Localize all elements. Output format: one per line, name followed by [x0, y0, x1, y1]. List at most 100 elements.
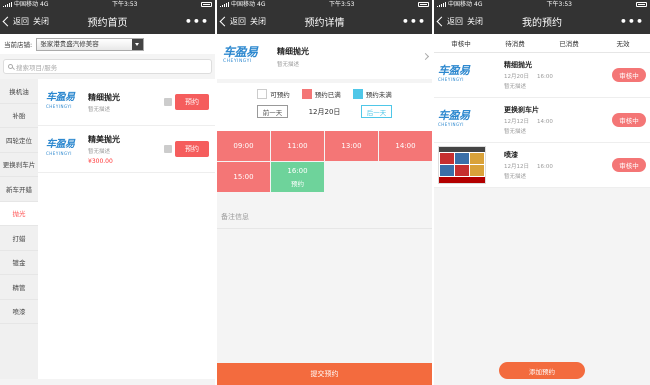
close-button[interactable]: 关闭 [467, 16, 483, 27]
battery-icon [201, 2, 212, 7]
order-item[interactable]: 车盈易 CHEYINGYI 更换刹车片 12月12日 14:00 暂无描述 审核中 [434, 98, 650, 143]
order-date: 12月20日 [504, 74, 529, 80]
order-item[interactable]: 喷漆 12月12日 16:00 暂无描述 审核中 [434, 143, 650, 188]
empty-area [434, 188, 650, 364]
store-value: 张家港贵盛汽修美容 [40, 39, 99, 48]
back-button[interactable]: 返回 [447, 16, 463, 27]
status-bar: 中国移动 4G 下午3:53 [434, 0, 650, 9]
top-bar: 中国移动 4G 下午3:53 返回 关闭 预约详情 ••• [217, 0, 432, 34]
back-chevron-icon[interactable] [219, 16, 230, 27]
product-name: 精细抛光 [88, 92, 120, 102]
order-date: 12月12日 [504, 119, 529, 125]
time-slot[interactable]: 13:00 [325, 131, 378, 161]
tab-reviewing[interactable]: 审核中 [434, 34, 488, 52]
tab-consumed[interactable]: 已消费 [542, 34, 596, 52]
store-label: 当前店铺: [4, 41, 33, 49]
category-item[interactable]: 打蜡 [0, 226, 38, 251]
next-day-button[interactable]: 后一天 [360, 105, 392, 118]
product-thumbnail [438, 146, 486, 184]
brand-logo: 车盈易 CHEYINGYI [438, 109, 470, 127]
search-wrap: 搜索项目/服务 [0, 54, 215, 79]
search-input[interactable]: 搜索项目/服务 [3, 59, 212, 74]
carrier-label: 中国移动 [448, 1, 473, 8]
category-item[interactable]: 喷漆 [0, 300, 38, 324]
status-time: 下午3:53 [112, 1, 138, 8]
product-item[interactable]: 车盈易 CHEYINGYI 精细抛光 暂无描述 预约 [38, 79, 215, 126]
time-slot[interactable]: 15:00 [217, 162, 270, 192]
brand-logo: 车盈易 CHEYINGYI [438, 64, 470, 82]
category-item[interactable]: 补胎 [0, 104, 38, 128]
order-desc: 暂无描述 [504, 129, 527, 135]
book-button[interactable]: 预约 [175, 141, 209, 157]
status-badge: 审核中 [612, 68, 646, 82]
store-row: 当前店铺: 张家港贵盛汽修美容 [0, 34, 215, 54]
store-select[interactable]: 张家港贵盛汽修美容 [36, 37, 145, 51]
status-bar: 中国移动 4G 下午3:53 [217, 0, 432, 9]
remark-input[interactable] [217, 229, 432, 359]
calendar-icon [164, 98, 172, 106]
category-item[interactable]: 换机油 [0, 79, 38, 104]
my-bookings-screen: 中国移动 4G 下午3:53 返回 关闭 我的预约 ••• 审核中 待消费 已消… [434, 0, 650, 385]
back-button[interactable]: 返回 [13, 16, 29, 27]
status-tabs: 审核中 待消费 已消费 无效 [434, 34, 650, 53]
product-item[interactable]: 车盈易 CHEYINGYI 精美抛光 暂无描述 ¥300.00 预约 [38, 126, 215, 173]
booking-home-screen: 中国移动 4G 下午3:53 返回 关闭 预约首页 ••• 当前店铺: 张家港贵… [0, 0, 215, 385]
category-item[interactable]: 四轮定位 [0, 128, 38, 153]
category-item-active[interactable]: 抛光 [0, 201, 38, 226]
category-item[interactable]: 新车开蜡 [0, 177, 38, 202]
order-desc: 暂无描述 [504, 84, 527, 90]
category-item[interactable]: 镀金 [0, 251, 38, 275]
nav-bar: 返回 关闭 预约详情 ••• [217, 9, 432, 34]
top-bar: 中国移动 4G 下午3:53 返回 关闭 预约首页 ••• [0, 0, 215, 34]
network-label: 4G [474, 1, 483, 8]
prev-day-button[interactable]: 前一天 [257, 105, 288, 118]
status-badge: 审核中 [612, 158, 646, 172]
category-sidebar: 换机油 补胎 四轮定位 更换刹车片 新车开蜡 抛光 打蜡 镀金 精管 喷漆 [0, 79, 38, 379]
order-date: 12月12日 [504, 164, 529, 170]
status-bar: 中国移动 4G 下午3:53 [0, 0, 215, 9]
time-slot[interactable]: 11:00 [271, 131, 324, 161]
tab-pending[interactable]: 待消费 [488, 34, 542, 52]
time-slot-available[interactable]: 16:00 预约 [271, 162, 324, 192]
network-label: 4G [257, 1, 266, 8]
dropdown-caret-icon [132, 38, 144, 50]
submit-booking-button[interactable]: 提交预约 [217, 363, 432, 385]
product-desc: 暂无描述 [277, 61, 300, 68]
order-time: 14:00 [537, 119, 553, 125]
more-icon[interactable]: ••• [620, 15, 644, 28]
close-button[interactable]: 关闭 [250, 16, 266, 27]
more-icon[interactable]: ••• [402, 15, 426, 28]
order-desc: 暂无描述 [504, 174, 527, 180]
nav-bar: 返回 关闭 我的预约 ••• [434, 9, 650, 34]
product-header[interactable]: 车盈易 CHEYINGYI 精细抛光 暂无描述 [217, 34, 432, 79]
close-button[interactable]: 关闭 [33, 16, 49, 27]
screens: 中国移动 4G 下午3:53 返回 关闭 预约首页 ••• 当前店铺: 张家港贵… [0, 0, 650, 385]
category-item[interactable]: 更换刹车片 [0, 153, 38, 177]
order-item[interactable]: 车盈易 CHEYINGYI 精细抛光 12月20日 16:00 暂无描述 审核中 [434, 53, 650, 98]
more-icon[interactable]: ••• [185, 15, 209, 28]
order-name: 更换刹车片 [504, 106, 539, 114]
signal-icon [437, 2, 446, 7]
empty-cell [379, 162, 432, 192]
add-booking-button[interactable]: 添加预约 [499, 362, 585, 379]
carrier-label: 中国移动 [231, 1, 256, 8]
product-desc: 暂无描述 [88, 148, 111, 155]
category-item[interactable]: 精管 [0, 275, 38, 300]
network-label: 4G [40, 1, 49, 8]
back-button[interactable]: 返回 [230, 16, 246, 27]
order-time: 16:00 [537, 74, 553, 80]
status-time: 下午3:53 [546, 1, 572, 8]
tab-invalid[interactable]: 无效 [596, 34, 650, 52]
search-icon [8, 64, 13, 69]
back-chevron-icon[interactable] [2, 16, 13, 27]
order-time: 16:00 [537, 164, 553, 170]
legend: 可预约 预约已满 预约未满 前一天 12月20日 后一天 [217, 83, 432, 131]
product-price: ¥300.00 [88, 157, 113, 165]
back-chevron-icon[interactable] [436, 16, 447, 27]
remark-label: 备注信息 [217, 206, 432, 229]
book-button[interactable]: 预约 [175, 94, 209, 110]
top-bar: 中国移动 4G 下午3:53 返回 关闭 我的预约 ••• [434, 0, 650, 34]
battery-icon [418, 2, 429, 7]
time-slot[interactable]: 14:00 [379, 131, 432, 161]
time-slot[interactable]: 09:00 [217, 131, 270, 161]
